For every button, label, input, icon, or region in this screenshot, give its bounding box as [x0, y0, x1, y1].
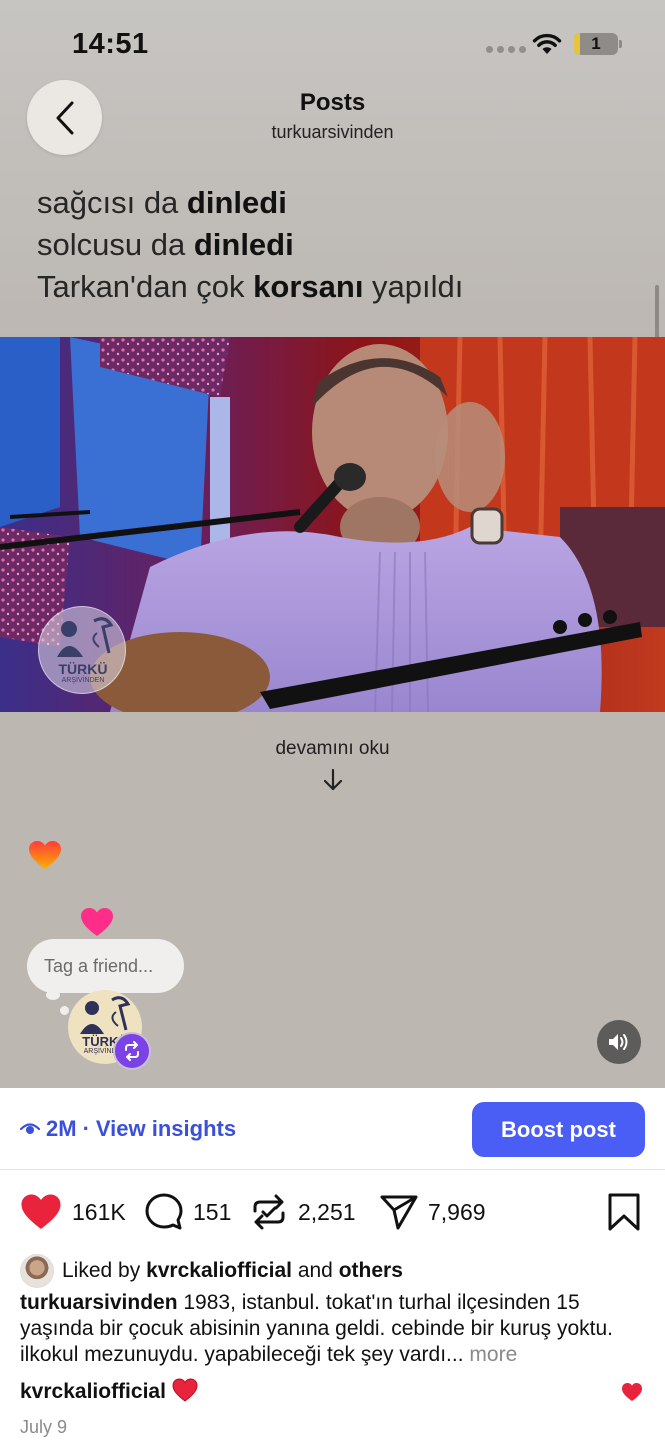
heart-filled-icon	[21, 1194, 61, 1229]
cellular-signal-icon	[486, 46, 526, 53]
share-action[interactable]: 7,969	[380, 1188, 486, 1236]
status-time: 14:51	[72, 28, 149, 60]
red-heart-emoji-icon	[172, 1378, 198, 1402]
floating-heart-icon	[81, 908, 113, 936]
headline-line-2: solcusu da dinledi	[37, 227, 294, 262]
watermark-logo: TÜRKÜ ARŞİVİNDEN	[38, 606, 126, 694]
save-action[interactable]	[607, 1188, 641, 1236]
repost-count: 2,251	[298, 1198, 356, 1225]
comment-preview[interactable]: kvrckaliofficial	[20, 1378, 645, 1408]
post-date: July 9	[20, 1417, 68, 1437]
insights-bar: 2M · View insights Boost post	[0, 1088, 665, 1170]
view-count: 2M	[46, 1116, 77, 1141]
repost-badge	[113, 1032, 151, 1070]
eye-icon	[20, 1123, 40, 1134]
comment-action[interactable]: 151	[145, 1188, 231, 1236]
liked-by-others[interactable]: others	[339, 1259, 403, 1283]
view-insights-label: View insights	[95, 1116, 237, 1141]
audio-toggle-button[interactable]	[597, 1020, 641, 1064]
battery-level: 1	[591, 34, 601, 53]
scroll-indicator[interactable]	[655, 285, 659, 343]
headline-line-1: sağcısı da dinledi	[37, 185, 287, 220]
comment-like-heart-icon[interactable]	[621, 1382, 643, 1402]
wifi-icon	[532, 33, 562, 54]
liker-username[interactable]: kvrckaliofficial	[146, 1259, 292, 1283]
comment-count: 151	[193, 1198, 232, 1225]
send-icon	[380, 1195, 418, 1230]
musician-crane-icon	[80, 996, 131, 1034]
liked-by-row[interactable]: Liked by kvrckaliofficial and others	[20, 1254, 403, 1288]
page-subtitle: turkuarsivinden	[271, 122, 394, 142]
status-bar: 14:51 1	[0, 0, 665, 90]
page-title: Posts	[299, 89, 366, 116]
boost-post-button[interactable]: Boost post	[472, 1102, 645, 1157]
caption-username[interactable]: turkuarsivinden	[20, 1291, 178, 1314]
bookmark-icon	[608, 1193, 640, 1231]
comment-icon	[145, 1193, 183, 1230]
repost-icon	[125, 1041, 139, 1061]
repost-action[interactable]: 2,251	[250, 1188, 356, 1236]
caption-more-link[interactable]: more	[464, 1343, 517, 1366]
post-actions: 161K 151 2,251 7,969	[0, 1188, 665, 1236]
speaker-icon	[609, 1034, 628, 1050]
repost-check-icon	[253, 1194, 285, 1230]
floating-heart-icon	[29, 841, 61, 869]
post-media[interactable]: 14:51 1 Posts turkuarsivinden sağcısı da…	[0, 0, 665, 1088]
post-caption: turkuarsivinden 1983, istanbul. tokat'ın…	[20, 1290, 645, 1368]
post-headline: sağcısı da dinledi solcusu da dinledi Ta…	[37, 182, 463, 308]
headline-line-3: Tarkan'dan çok korsanı yapıldı	[37, 269, 464, 304]
arrow-down-icon	[323, 768, 343, 791]
musician-crane-icon	[57, 617, 114, 657]
like-count: 161K	[72, 1198, 126, 1225]
view-insights-link[interactable]: 2M · View insights	[20, 1116, 236, 1142]
liker-avatar[interactable]	[20, 1254, 54, 1288]
like-action[interactable]: 161K	[20, 1188, 126, 1236]
share-count: 7,969	[428, 1198, 486, 1225]
tag-friend-bubble[interactable]: Tag a friend...	[27, 939, 184, 993]
read-more-label: devamını oku	[275, 738, 390, 759]
battery-icon: 1	[574, 33, 618, 55]
comment-username[interactable]: kvrckaliofficial	[20, 1380, 166, 1403]
